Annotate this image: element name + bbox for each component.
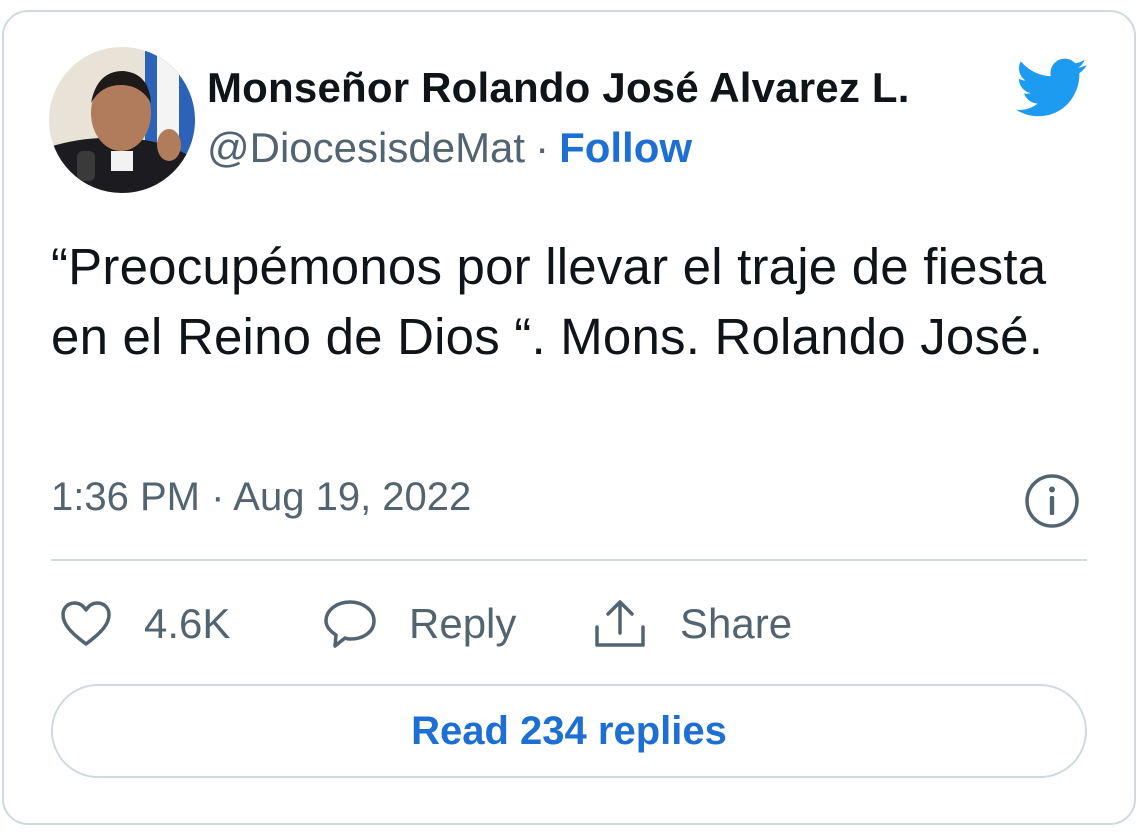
reply-button[interactable]: Reply <box>323 592 516 656</box>
like-button[interactable]: 4.6K <box>60 592 230 656</box>
handle-separator: · <box>535 124 550 171</box>
info-icon[interactable] <box>1024 473 1080 529</box>
author-handle-line: @DiocesisdeMat · Follow <box>207 124 692 172</box>
like-count: 4.6K <box>144 600 231 647</box>
reply-label: Reply <box>409 600 517 647</box>
twitter-bird-icon[interactable] <box>1016 58 1088 118</box>
tweet-text: “Preocupémonos por llevar el traje de fi… <box>51 238 1047 365</box>
author-name[interactable]: Monseñor Rolando José Alvarez L. <box>207 64 910 112</box>
share-label: Share <box>680 600 793 647</box>
share-button[interactable]: Share <box>592 592 792 656</box>
share-upload-icon <box>595 600 645 647</box>
author-avatar[interactable] <box>49 47 195 193</box>
author-handle[interactable]: @DiocesisdeMat <box>207 124 525 171</box>
tweet-timestamp[interactable]: 1:36 PM · Aug 19, 2022 <box>51 475 471 520</box>
follow-button[interactable]: Follow <box>559 124 692 171</box>
heart-icon <box>61 601 111 646</box>
divider <box>51 559 1087 561</box>
read-replies-button[interactable]: Read 234 replies <box>51 684 1087 778</box>
speech-bubble-icon <box>324 600 376 648</box>
